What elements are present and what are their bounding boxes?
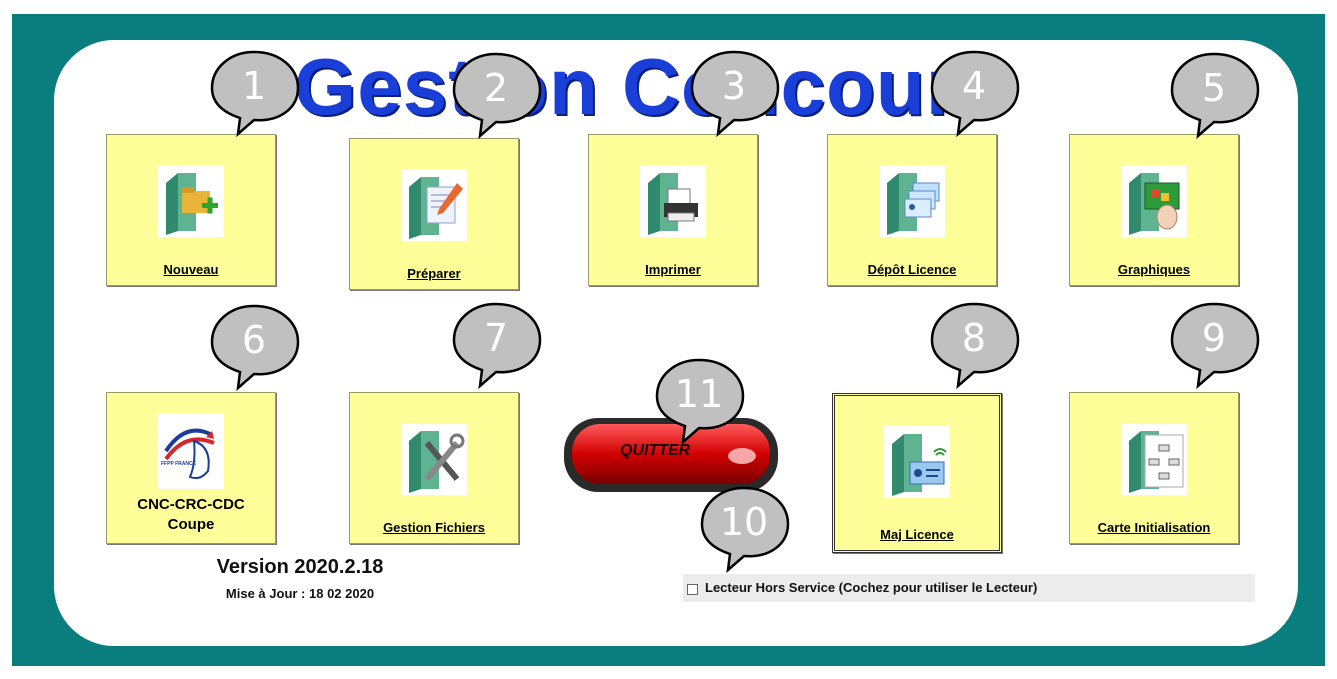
preparer-button[interactable]: Préparer	[349, 138, 519, 290]
depot-licence-label: Dépôt Licence	[867, 262, 957, 277]
imprimer-label: Imprimer	[645, 262, 701, 277]
license-cards-icon	[879, 165, 945, 237]
preparer-label: Préparer	[407, 266, 461, 281]
maj-licence-label: Maj Licence	[880, 527, 954, 542]
lecteur-checkbox-label: Lecteur Hors Service (Cochez pour utilis…	[705, 580, 1038, 595]
ffpp-logo-text: FFPP FRANCE	[161, 461, 196, 467]
maj-licence-button[interactable]: Maj Licence	[832, 393, 1002, 553]
nouveau-button[interactable]: Nouveau	[106, 134, 276, 286]
graphiques-label: Graphiques	[1117, 262, 1191, 277]
printer-icon	[640, 165, 706, 237]
tools-icon	[401, 423, 467, 495]
gestion-fichiers-button[interactable]: Gestion Fichiers	[349, 392, 519, 544]
touch-graph-icon	[1121, 165, 1187, 237]
carte-initialisation-button[interactable]: Carte Initialisation	[1069, 392, 1239, 544]
imprimer-button[interactable]: Imprimer	[588, 134, 758, 286]
cnc-label-line1: CNC-CRC-CDC	[137, 496, 245, 513]
carte-initialisation-label: Carte Initialisation	[1097, 520, 1211, 535]
cnc-crc-cdc-coupe-button[interactable]: FFPP FRANCE CNC-CRC-CDC Coupe	[106, 392, 276, 544]
cnc-label-line2: Coupe	[167, 516, 215, 533]
ffpp-rooster-logo	[158, 413, 224, 489]
app-title: Gestion Concours	[294, 42, 1004, 131]
depot-licence-button[interactable]: Dépôt Licence	[827, 134, 997, 286]
org-chart-icon	[1121, 423, 1187, 495]
folder-edit-icon	[401, 169, 467, 241]
lecteur-checkbox-row[interactable]: Lecteur Hors Service (Cochez pour utilis…	[683, 574, 1255, 602]
quitter-label: QUITTER	[620, 442, 691, 459]
version-label: Version 2020.2.18	[216, 556, 384, 578]
graphiques-button[interactable]: Graphiques	[1069, 134, 1239, 286]
cnc-crc-cdc-label: CNC-CRC-CDC Coupe	[107, 495, 275, 535]
folder-add-icon	[158, 165, 224, 237]
lecteur-checkbox[interactable]	[687, 584, 698, 595]
gestion-fichiers-label: Gestion Fichiers	[383, 520, 485, 535]
license-wireless-icon	[884, 426, 950, 498]
update-date-label: Mise à Jour : 18 02 2020	[225, 586, 375, 601]
nouveau-label: Nouveau	[163, 262, 219, 277]
